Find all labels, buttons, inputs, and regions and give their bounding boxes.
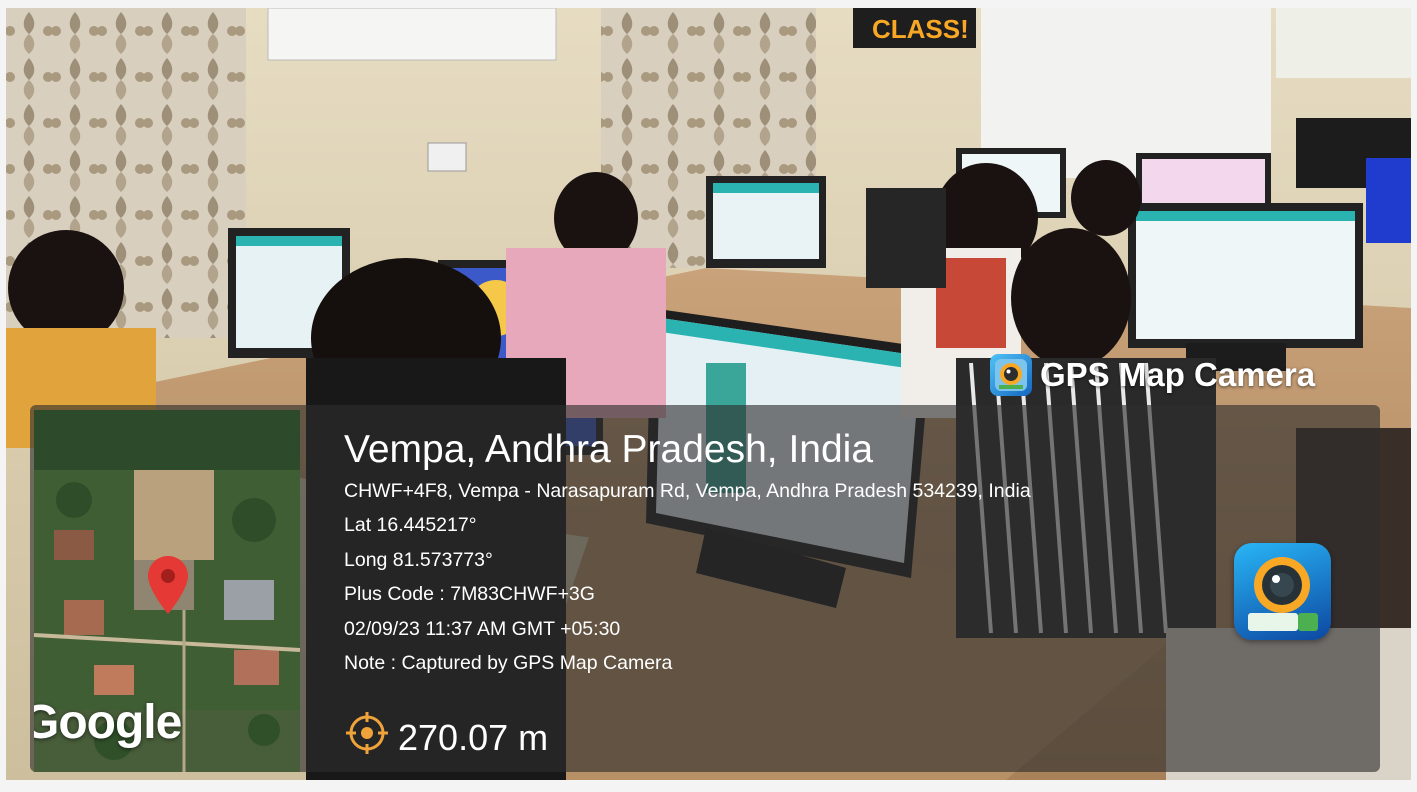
target-icon: [344, 710, 390, 765]
location-title: Vempa, Andhra Pradesh, India: [344, 428, 874, 471]
note-text: Note : Captured by GPS Map Camera: [344, 651, 673, 674]
location-details: Vempa, Andhra Pradesh, India CHWF+4F8, V…: [344, 428, 1031, 686]
accuracy-readout: 270.07 m: [344, 710, 548, 765]
satellite-map-thumbnail[interactable]: Google: [34, 410, 300, 772]
gps-map-camera-brand: GPS Map Camera: [990, 354, 1315, 396]
class-sign: CLASS!: [872, 14, 969, 44]
map-pin-icon: [148, 556, 188, 625]
plus-code-text: Plus Code : 7M83CHWF+3G: [344, 583, 595, 606]
camera-lens-icon: [990, 354, 1032, 396]
address-text: CHWF+4F8, Vempa - Narasapuram Rd, Vempa,…: [344, 480, 1031, 502]
app-camera-icon: [1234, 543, 1331, 640]
longitude-text: Long 81.573773°: [344, 548, 493, 571]
google-logo: Google: [34, 696, 182, 749]
latitude-text: Lat 16.445217°: [344, 514, 477, 537]
brand-label: GPS Map Camera: [1040, 356, 1316, 393]
accuracy-value: 270.07 m: [398, 716, 549, 758]
datetime-text: 02/09/23 11:37 AM GMT +05:30: [344, 617, 621, 640]
